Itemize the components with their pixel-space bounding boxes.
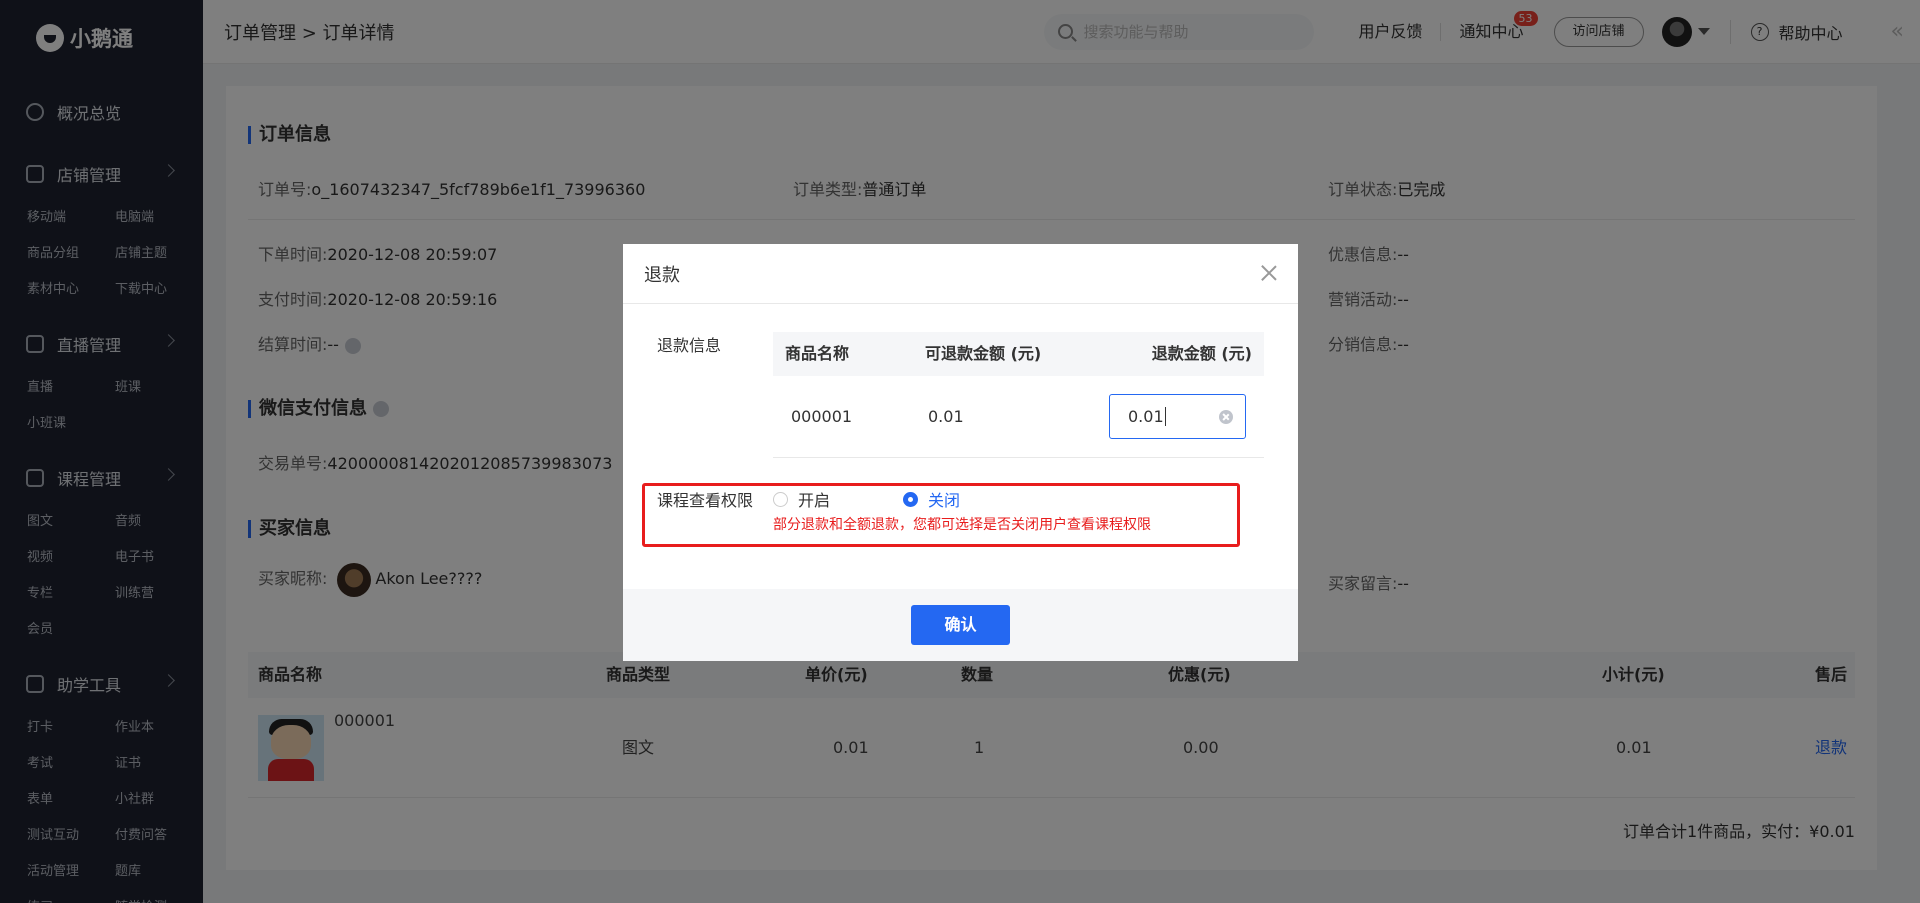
col-header: 商品名称 <box>785 344 850 363</box>
permission-warning: 部分退款和全额退款，您都可选择是否关闭用户查看课程权限 <box>773 517 1151 533</box>
radio-icon <box>773 491 788 507</box>
radio-close-label: 关闭 <box>928 491 961 510</box>
col-header: 可退款金额 (元) <box>925 344 1042 363</box>
refund-table-header: 商品名称 可退款金额 (元) 退款金额 (元) <box>773 332 1264 376</box>
course-permission-label: 课程查看权限 <box>657 491 754 510</box>
refundable-amount: 0.01 <box>928 407 964 426</box>
dialog-footer: 确认 <box>623 589 1298 661</box>
refund-amount-input[interactable]: 0.01 <box>1109 394 1246 439</box>
dialog-header: 退款 <box>623 244 1298 304</box>
refund-amount-value: 0.01 <box>1128 407 1164 426</box>
table-row: 000001 0.01 0.01 <box>773 376 1264 458</box>
radio-selected-icon <box>903 491 918 507</box>
close-icon[interactable] <box>1260 264 1278 282</box>
col-header: 退款金额 (元) <box>1151 344 1252 363</box>
clear-icon[interactable] <box>1219 410 1233 424</box>
refund-dialog: 退款 退款信息 商品名称 可退款金额 (元) 退款金额 (元) 000001 0… <box>623 244 1298 661</box>
refund-info-label: 退款信息 <box>657 336 722 355</box>
radio-open[interactable]: 开启 <box>773 487 830 511</box>
refund-product-name: 000001 <box>791 407 853 426</box>
dialog-title: 退款 <box>644 264 680 286</box>
radio-open-label: 开启 <box>798 491 831 510</box>
radio-close[interactable]: 关闭 <box>903 487 960 511</box>
confirm-button[interactable]: 确认 <box>911 605 1010 645</box>
